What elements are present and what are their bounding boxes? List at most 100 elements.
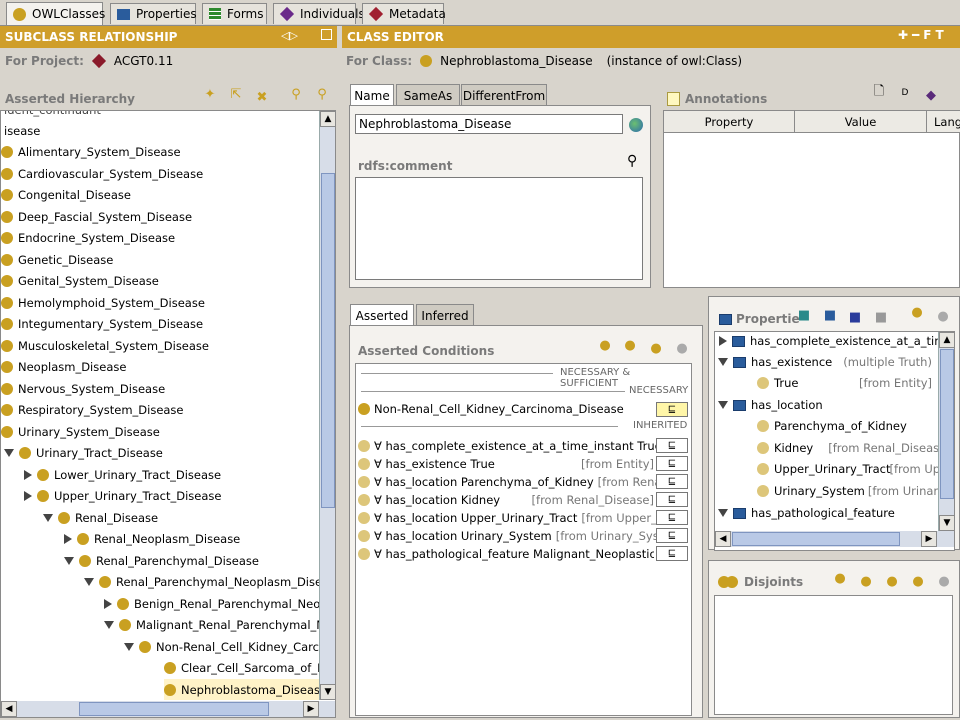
property-row[interactable]: has_pathological_feature	[718, 503, 895, 523]
tab-properties[interactable]: Properties	[110, 3, 197, 24]
tab-asserted[interactable]: Asserted	[350, 304, 414, 326]
add-sibling-icon[interactable]: ⇱	[227, 85, 245, 103]
scroll-thumb[interactable]	[940, 349, 954, 499]
tab-same-as[interactable]: SameAs	[396, 84, 460, 106]
tree-item[interactable]: Congenital_Disease	[1, 184, 131, 205]
property-value-row[interactable]: True [from Entity]	[757, 373, 932, 393]
add-named-class-icon[interactable]: ●	[596, 336, 614, 354]
tree-item[interactable]: Genetic_Disease	[1, 249, 113, 270]
property-value-row[interactable]: Kidney [from Renal_Disease]	[757, 438, 951, 458]
tree-item[interactable]: Non-Renal_Cell_Kidney_Carcino	[124, 636, 335, 657]
tree-item[interactable]: Urinary_System_Disease	[1, 421, 160, 442]
scroll-thumb[interactable]	[321, 173, 335, 508]
scroll-thumb[interactable]	[79, 702, 269, 716]
subclass-icon[interactable]: ⊑	[656, 528, 688, 543]
tree-item[interactable]: Nervous_System_Disease	[1, 378, 165, 399]
tab-different-from[interactable]: DifferentFrom	[461, 84, 547, 106]
scroll-down-icon[interactable]: ▼	[320, 684, 335, 700]
necessary-condition-row[interactable]: Non-Renal_Cell_Kidney_Carcinoma_Disease	[358, 400, 624, 418]
property-row[interactable]: has_location	[718, 395, 823, 415]
tab-metadata[interactable]: Metadata	[362, 3, 446, 24]
remove-disjoint-icon[interactable]: ●	[935, 572, 953, 590]
remove-all-siblings-icon[interactable]: ●	[909, 572, 927, 590]
add-description-icon[interactable]: D	[896, 84, 914, 102]
find-class-icon[interactable]: ⚲	[287, 85, 305, 103]
remove-property-icon[interactable]: ■	[872, 308, 890, 326]
editor-header-tools[interactable]: ✚━FT	[898, 28, 948, 42]
tree-item[interactable]: Deep_Fascial_System_Disease	[1, 206, 192, 227]
tree-item[interactable]: Renal_Parenchymal_Neoplasm_Disease	[84, 571, 335, 592]
property-row[interactable]: has_existence (multiple Truth)	[718, 352, 932, 372]
add-datatype-property-icon[interactable]: ■	[795, 306, 813, 324]
tree-vertical-scrollbar[interactable]: ▲ ▼	[319, 111, 335, 700]
tree-item[interactable]: Endocrine_System_Disease	[1, 227, 175, 248]
tree-item[interactable]: Respiratory_System_Disease	[1, 399, 184, 420]
column-header-value[interactable]: Value	[795, 111, 927, 132]
tab-owl-classes[interactable]: OWLClasses	[6, 2, 105, 25]
tree-item-selected[interactable]: Nephroblastoma_Disease	[164, 679, 328, 700]
find-usage-icon[interactable]: ⚲	[313, 85, 331, 103]
tree-item[interactable]: Integumentary_System_Disease	[1, 313, 203, 334]
tree-item[interactable]: Hemolymphoid_System_Disease	[1, 292, 205, 313]
subclass-icon[interactable]: ⊑	[656, 474, 688, 489]
add-disjoint-icon[interactable]: ●	[831, 569, 849, 587]
tree-item[interactable]: Urinary_Tract_Disease	[4, 442, 163, 463]
add-annotation-property-icon[interactable]: ■	[846, 308, 864, 326]
tree-item[interactable]: Benign_Renal_Parenchymal_Neopla	[104, 593, 335, 614]
inherited-condition-row[interactable]: ∀ has_pathological_feature Malignant_Neo…	[358, 545, 654, 563]
delete-class-icon[interactable]: ✖	[253, 88, 271, 106]
tab-inferred[interactable]: Inferred	[416, 304, 474, 326]
inherited-condition-row[interactable]: ∀ has_location Parenchyma_of_Kidney [from…	[358, 473, 680, 491]
scroll-down-icon[interactable]: ▼	[939, 515, 954, 531]
scroll-right-icon[interactable]: ▶	[921, 531, 937, 547]
properties-vertical-scrollbar[interactable]: ▲ ▼	[938, 332, 954, 531]
tree-item[interactable]: Renal_Disease	[43, 507, 158, 528]
inherited-condition-row[interactable]: ∀ has_complete_existence_at_a_time_insta…	[358, 437, 662, 455]
tree-item[interactable]: Lower_Urinary_Tract_Disease	[24, 464, 221, 485]
tab-name[interactable]: Name	[350, 84, 394, 106]
subclass-icon[interactable]: ⊑	[656, 438, 688, 453]
inherited-condition-row[interactable]: ∀ has_location Kidney [from Renal_Disease…	[358, 491, 654, 509]
rdfs-comment-field[interactable]	[355, 177, 643, 280]
add-all-siblings-icon[interactable]: ●	[883, 572, 901, 590]
add-annotation-icon[interactable]: 🗋	[870, 84, 888, 102]
subclass-icon[interactable]: ⊑	[656, 546, 688, 561]
scroll-up-icon[interactable]: ▲	[939, 332, 954, 348]
tree-item[interactable]: Renal_Parenchymal_Disease	[64, 550, 259, 571]
add-subclass-icon[interactable]: ✦	[201, 85, 219, 103]
property-value-row[interactable]: Urinary_System[from Urinary_S...]	[757, 481, 954, 501]
maximize-icon[interactable]	[321, 29, 332, 40]
add-class-expression-icon[interactable]: ●	[647, 339, 665, 357]
tree-item[interactable]: Malignant_Renal_Parenchymal_Neop	[104, 614, 335, 635]
add-restriction-icon[interactable]: ●	[621, 336, 639, 354]
globe-icon[interactable]	[629, 118, 643, 132]
property-value-row[interactable]: Upper_Urinary_Tract[from Uppe...]	[757, 459, 954, 479]
inherited-condition-row[interactable]: ∀ has_existence True [from Entity]	[358, 455, 654, 473]
scroll-left-icon[interactable]: ◀	[715, 531, 731, 547]
scroll-thumb[interactable]	[732, 532, 900, 546]
tree-item[interactable]: Alimentary_System_Disease	[1, 141, 181, 162]
add-restriction-icon[interactable]: ●	[908, 303, 926, 321]
tree-item[interactable]: Musculoskeletal_System_Disease	[1, 335, 209, 356]
remove-restriction-icon[interactable]: ●	[934, 307, 952, 325]
tree-item[interactable]: Cardiovascular_System_Disease	[1, 163, 203, 184]
tab-individuals[interactable]: Individuals	[273, 3, 365, 24]
column-header-property[interactable]: Property	[664, 111, 795, 132]
tree-item[interactable]: Clear_Cell_Sarcoma_of_Kid	[164, 657, 335, 678]
subclass-icon[interactable]: ⊑	[656, 492, 688, 507]
tree-item[interactable]: Upper_Urinary_Tract_Disease	[24, 485, 221, 506]
class-name-field[interactable]: Nephroblastoma_Disease	[355, 114, 623, 134]
add-individual-annotation-icon[interactable]: ◆	[922, 86, 940, 104]
tree-item[interactable]: Renal_Neoplasm_Disease	[64, 528, 240, 549]
subclass-icon[interactable]: ⊑	[656, 456, 688, 471]
scroll-left-icon[interactable]: ◀	[1, 701, 17, 717]
property-row[interactable]: has_complete_existence_at_a_time_i	[719, 332, 954, 351]
search-icon[interactable]: ⚲	[627, 153, 637, 169]
tab-forms[interactable]: Forms	[202, 3, 267, 24]
add-disjoint-expression-icon[interactable]: ●	[857, 572, 875, 590]
subclass-icon[interactable]: ⊑	[656, 402, 688, 417]
nav-arrows[interactable]: ◁▷	[281, 29, 298, 42]
tree-item[interactable]: isease	[4, 120, 40, 141]
tree-horizontal-scrollbar[interactable]: ◀ ▶	[1, 701, 335, 717]
subclass-icon[interactable]: ⊑	[656, 510, 688, 525]
